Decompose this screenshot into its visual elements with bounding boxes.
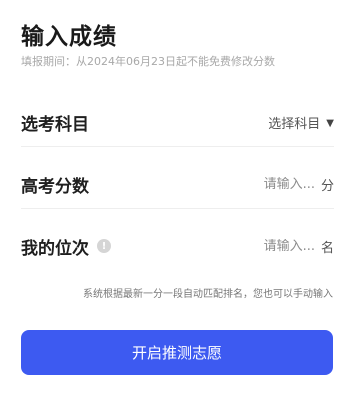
rank-unit: 名 bbox=[320, 240, 334, 256]
page-title: 输入成绩 bbox=[21, 24, 117, 50]
page-subtitle: 填报期间：从2024年06月23日起不能免费修改分数 bbox=[21, 55, 275, 68]
subject-selector[interactable]: 选择科目 ▼ bbox=[268, 113, 334, 132]
rank-row: 我的位次 ! 名 bbox=[21, 221, 334, 271]
start-predict-button[interactable]: 开启推测志愿 bbox=[21, 330, 333, 375]
chevron-down-icon: ▼ bbox=[326, 117, 334, 129]
score-entry-page: 输入成绩 填报期间：从2024年06月23日起不能免费修改分数 选考科目 选择科… bbox=[0, 0, 361, 406]
info-icon[interactable]: ! bbox=[97, 239, 111, 253]
divider bbox=[21, 208, 334, 209]
subject-row[interactable]: 选考科目 选择科目 ▼ bbox=[21, 97, 334, 147]
score-input[interactable] bbox=[256, 176, 315, 192]
score-unit: 分 bbox=[320, 178, 334, 194]
score-label: 高考分数 bbox=[21, 176, 89, 197]
divider bbox=[21, 146, 334, 147]
score-row: 高考分数 分 bbox=[21, 159, 334, 209]
subject-select-value: 选择科目 bbox=[268, 116, 321, 132]
rank-input[interactable] bbox=[256, 238, 315, 254]
rank-hint: 系统根据最新一分一段自动匹配排名，您也可以手动输入 bbox=[83, 289, 333, 300]
subject-label: 选考科目 bbox=[21, 114, 89, 135]
rank-label: 我的位次 bbox=[21, 238, 89, 259]
